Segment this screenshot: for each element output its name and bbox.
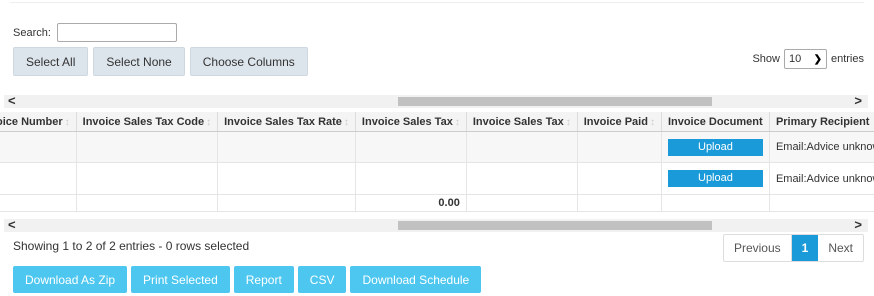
search-input[interactable] <box>56 23 177 42</box>
selection-toolbar: Select All Select None Choose Columns <box>13 47 308 76</box>
table-row[interactable]: Upload Email:Advice unknown:demo@a <box>0 162 874 195</box>
col-invoice-document: Invoice Document <box>661 112 770 132</box>
chevron-down-icon: ❯ <box>813 53 822 65</box>
invoice-table-wrap: oice Number ↕ Invoice Sales Tax Code ↕ Inv… <box>0 112 874 212</box>
col-sales-tax-rate[interactable]: Invoice Sales Tax Rate ↕ <box>217 112 356 132</box>
scroll-thumb[interactable] <box>398 97 712 106</box>
search-label: Search: <box>13 26 51 39</box>
table-header-row: oice Number ↕ Invoice Sales Tax Code ↕ Inv… <box>0 112 874 132</box>
scroll-left-arrow-icon[interactable]: < <box>8 93 16 108</box>
entries-value: 10 <box>788 53 802 65</box>
choose-columns-button[interactable]: Choose Columns <box>189 47 308 76</box>
scroll-thumb[interactable] <box>398 221 712 230</box>
col-invoice-number[interactable]: oice Number ↕ <box>0 112 77 132</box>
print-selected-button[interactable]: Print Selected <box>131 266 230 293</box>
col-primary-recipient: Primary Recipient <box>769 112 874 132</box>
show-label: Show <box>752 53 780 65</box>
show-entries: Show 10 ❯ entries <box>752 49 864 69</box>
scroll-right-arrow-icon[interactable]: > <box>854 217 862 232</box>
sales-tax-total: 0.00 <box>355 194 467 212</box>
scroll-right-arrow-icon[interactable]: > <box>854 93 862 108</box>
download-schedule-button[interactable]: Download Schedule <box>350 266 482 293</box>
page-1-button[interactable]: 1 <box>791 235 819 261</box>
select-all-button[interactable]: Select All <box>13 47 89 76</box>
upload-button[interactable]: Upload <box>667 170 763 187</box>
top-border <box>10 2 864 7</box>
previous-page-button[interactable]: Previous <box>724 235 792 261</box>
recipient-cell: Email:Advice unknown:demo@a <box>769 162 874 195</box>
next-page-button[interactable]: Next <box>818 235 863 261</box>
invoice-table: oice Number ↕ Invoice Sales Tax Code ↕ Inv… <box>0 112 874 212</box>
sort-icon: ↕ <box>64 116 70 128</box>
col-sales-tax-2[interactable]: Invoice Sales Tax ↕ <box>466 112 578 132</box>
report-button[interactable]: Report <box>233 266 294 293</box>
download-zip-button[interactable]: Download As Zip <box>13 266 128 293</box>
sort-icon: ↕ <box>565 116 571 128</box>
upload-button[interactable]: Upload <box>667 138 763 156</box>
sort-icon: ↕ <box>343 116 349 128</box>
entries-label: entries <box>830 53 864 65</box>
recipient-cell: Email:Advice unknown:demo@a <box>769 131 874 163</box>
sort-icon: ↕ <box>454 116 460 128</box>
col-sales-tax-code[interactable]: Invoice Sales Tax Code ↕ <box>76 112 219 132</box>
table-info: Showing 1 to 2 of 2 entries - 0 rows sel… <box>13 239 250 253</box>
col-sales-tax[interactable]: Invoice Sales Tax ↕ <box>355 112 467 132</box>
search-row: Search: <box>13 23 177 42</box>
csv-button[interactable]: CSV <box>297 266 347 293</box>
table-footer-row: 0.00 <box>0 194 874 212</box>
sort-icon: ↕ <box>206 116 212 128</box>
sort-icon: ↕ <box>649 116 655 128</box>
entries-select[interactable]: 10 ❯ <box>783 49 827 69</box>
pagination: Previous 1 Next <box>722 234 864 262</box>
col-invoice-paid[interactable]: Invoice Paid ↕ <box>577 112 662 132</box>
bottom-horizontal-scrollbar[interactable]: < > <box>4 217 868 232</box>
top-horizontal-scrollbar[interactable]: < > <box>4 93 868 108</box>
scroll-left-arrow-icon[interactable]: < <box>8 217 16 232</box>
table-row[interactable]: Upload Email:Advice unknown:demo@a <box>0 131 874 163</box>
action-toolbar: Download As Zip Print Selected Report CS… <box>13 266 482 293</box>
select-none-button[interactable]: Select None <box>93 47 185 76</box>
